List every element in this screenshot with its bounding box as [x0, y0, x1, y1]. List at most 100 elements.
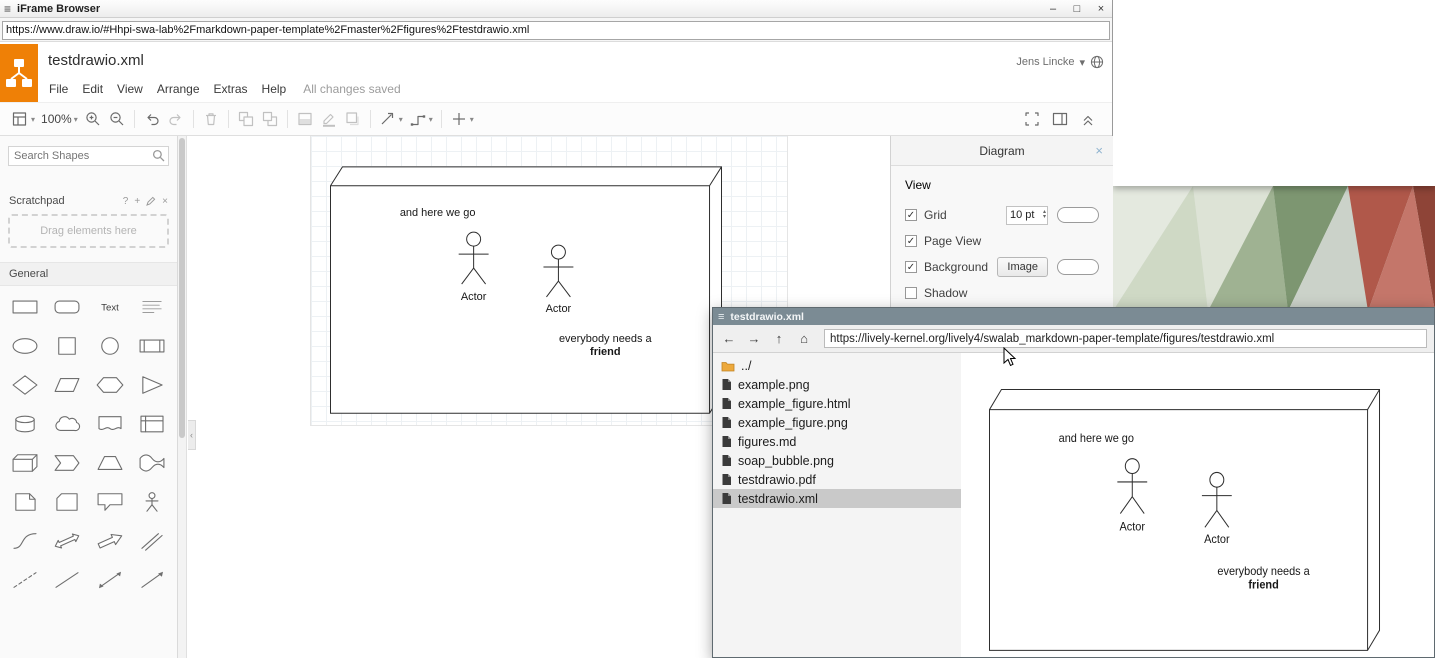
url-input[interactable] — [2, 21, 1110, 40]
scratchpad-help-icon[interactable]: ? — [123, 196, 129, 207]
hamburger-icon[interactable]: ≡ — [4, 2, 11, 16]
maximize-button[interactable]: □ — [1070, 3, 1084, 15]
line-color[interactable] — [317, 106, 341, 132]
sidebar-scrollbar[interactable] — [178, 136, 187, 658]
to-front[interactable] — [234, 106, 258, 132]
scratchpad-add-icon[interactable]: + — [134, 196, 140, 207]
insert-dropdown[interactable]: ▾ — [447, 106, 477, 132]
scrollbar-thumb[interactable] — [179, 138, 185, 438]
fullscreen[interactable] — [1020, 106, 1044, 132]
back-button[interactable]: ← — [720, 330, 738, 348]
shape-document[interactable] — [93, 411, 127, 437]
shape-cloud[interactable] — [50, 411, 84, 437]
shape-callout[interactable] — [93, 489, 127, 515]
grid-color-swatch[interactable] — [1057, 207, 1099, 223]
menu-help[interactable]: Help — [255, 80, 294, 98]
shadow-checkbox[interactable]: ✓ — [905, 287, 917, 299]
format-panel-close-icon[interactable]: × — [1095, 143, 1103, 158]
spinner-down-icon[interactable]: ▾ — [1043, 215, 1046, 220]
zoom-out[interactable] — [105, 106, 129, 132]
shape-directional-connector[interactable] — [135, 567, 169, 593]
tab-diagram[interactable]: Diagram — [979, 144, 1024, 158]
shape-bidirectional-connector[interactable] — [93, 567, 127, 593]
shape-actor[interactable] — [135, 489, 169, 515]
zoom-in[interactable] — [81, 106, 105, 132]
shape-triangle[interactable] — [135, 372, 169, 398]
background-color-swatch[interactable] — [1057, 259, 1099, 275]
shape-tape[interactable] — [135, 450, 169, 476]
shape-cylinder[interactable] — [8, 411, 42, 437]
sidebar-collapse-handle[interactable]: ‹ — [188, 420, 196, 450]
shape-rectangle[interactable] — [8, 294, 42, 320]
menu-arrange[interactable]: Arrange — [150, 80, 207, 98]
globe-icon[interactable] — [1090, 55, 1104, 69]
shape-parallelogram[interactable] — [50, 372, 84, 398]
grid-checkbox[interactable]: ✓ — [905, 209, 917, 221]
section-general[interactable]: General — [0, 262, 177, 286]
close-button[interactable]: × — [1094, 3, 1108, 15]
scratchpad-close-icon[interactable]: × — [162, 196, 168, 207]
file-row-example-figure.html[interactable]: example_figure.html — [713, 394, 961, 413]
zoom-level-dropdown[interactable]: 100%▾ — [38, 106, 81, 132]
fill-color[interactable] — [293, 106, 317, 132]
shape-line[interactable] — [50, 567, 84, 593]
home-button[interactable]: ⌂ — [795, 330, 813, 348]
shape-textbox[interactable] — [135, 294, 169, 320]
redo[interactable] — [164, 106, 188, 132]
shadow[interactable] — [341, 106, 365, 132]
shape-note[interactable] — [8, 489, 42, 515]
menu-extras[interactable]: Extras — [207, 80, 255, 98]
shape-card[interactable] — [50, 489, 84, 515]
file-row-testdrawio.xml[interactable]: testdrawio.xml — [713, 489, 961, 508]
delete[interactable] — [199, 106, 223, 132]
minimize-button[interactable]: – — [1046, 3, 1060, 15]
undo[interactable] — [140, 106, 164, 132]
file-row-testdrawio.pdf[interactable]: testdrawio.pdf — [713, 470, 961, 489]
hamburger-icon[interactable]: ≡ — [718, 311, 724, 323]
background-image-button[interactable]: Image — [997, 257, 1048, 277]
up-button[interactable]: ↑ — [770, 330, 788, 348]
shape-square[interactable] — [50, 333, 84, 359]
to-back[interactable] — [258, 106, 282, 132]
file-url-input[interactable] — [824, 329, 1427, 348]
shape-text[interactable]: Text — [93, 294, 127, 320]
shape-rounded-rectangle[interactable] — [50, 294, 84, 320]
shape-link[interactable] — [135, 528, 169, 554]
shape-dashed-line[interactable] — [8, 567, 42, 593]
menu-edit[interactable]: Edit — [75, 80, 110, 98]
file-row-example-figure.png[interactable]: example_figure.png — [713, 413, 961, 432]
shape-diamond[interactable] — [8, 372, 42, 398]
shape-circle[interactable] — [93, 333, 127, 359]
scratchpad-dropzone[interactable]: Drag elements here — [8, 214, 169, 248]
waypoints-dropdown[interactable]: ▾ — [406, 106, 436, 132]
page-view-checkbox[interactable]: ✓ — [905, 235, 917, 247]
shape-internal-storage[interactable] — [135, 411, 169, 437]
menu-view[interactable]: View — [110, 80, 150, 98]
search-shapes-input[interactable] — [8, 146, 169, 166]
shape-hexagon[interactable] — [93, 372, 127, 398]
forward-button[interactable]: → — [745, 330, 763, 348]
file-row-example.png[interactable]: example.png — [713, 375, 961, 394]
menu-file[interactable]: File — [42, 80, 75, 98]
view-dropdown[interactable]: ▾ — [8, 106, 38, 132]
format-panel-toggle[interactable] — [1048, 106, 1072, 132]
file-row-figures.md[interactable]: figures.md — [713, 432, 961, 451]
shape-curve[interactable] — [8, 528, 42, 554]
collapse-toolbar[interactable] — [1076, 106, 1100, 132]
shape-process[interactable] — [135, 333, 169, 359]
shape-step[interactable] — [50, 450, 84, 476]
connection-dropdown[interactable]: ▾ — [376, 106, 406, 132]
file-window-titlebar[interactable]: ≡ testdrawio.xml — [713, 308, 1434, 325]
shape-trapezoid[interactable] — [93, 450, 127, 476]
background-checkbox[interactable]: ✓ — [905, 261, 917, 273]
grid-size-input[interactable]: 10 pt ▴ ▾ — [1006, 206, 1048, 225]
shape-cube[interactable] — [8, 450, 42, 476]
shape-ellipse[interactable] — [8, 333, 42, 359]
file-row-..-[interactable]: ../ — [713, 356, 961, 375]
user-menu[interactable]: Jens Lincke ▾ — [1016, 55, 1104, 69]
canvas-diagram[interactable]: and here we go Actor Actor eve — [330, 166, 724, 421]
shape-arrow[interactable] — [93, 528, 127, 554]
file-row-soap-bubble.png[interactable]: soap_bubble.png — [713, 451, 961, 470]
shape-bidirectional-arrow[interactable] — [50, 528, 84, 554]
scratchpad-edit-icon[interactable] — [146, 196, 156, 206]
